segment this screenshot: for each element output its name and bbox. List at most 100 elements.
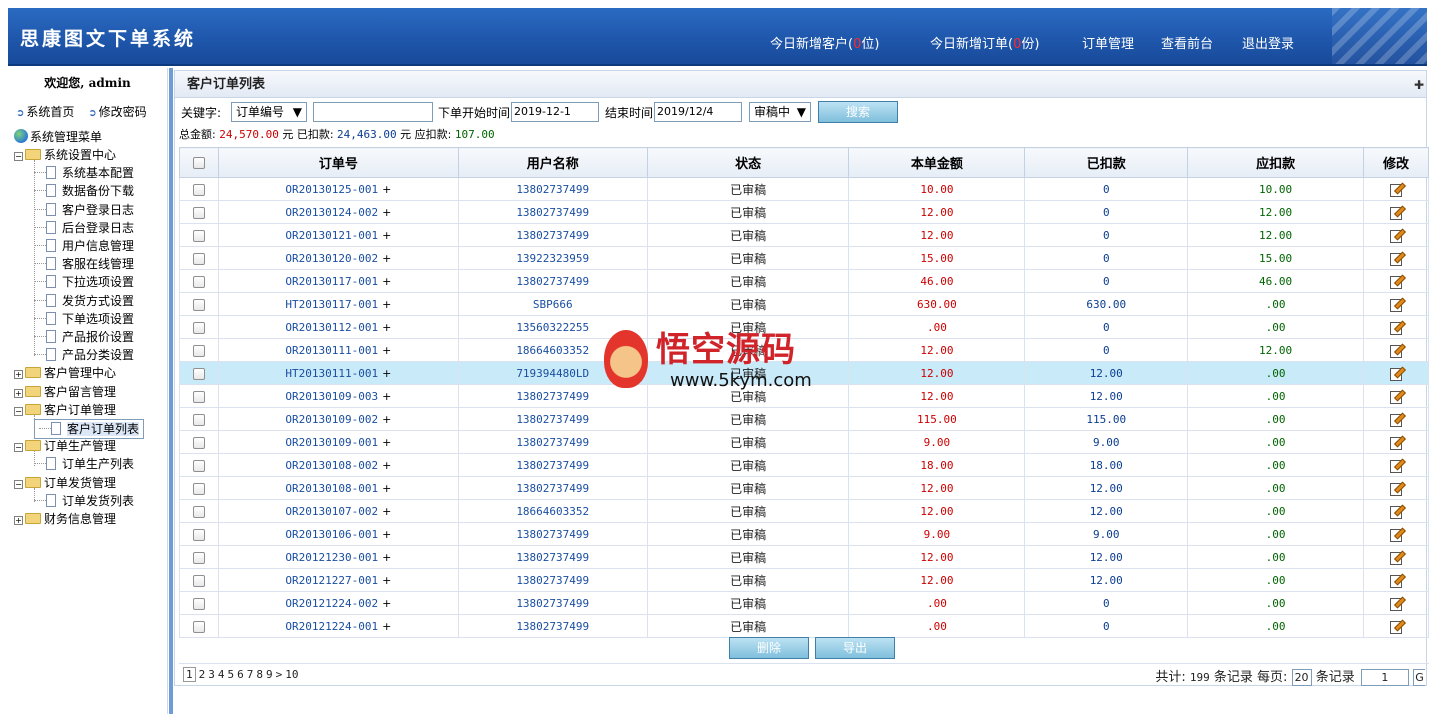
- order-number-link[interactable]: OR20130117-001: [285, 275, 378, 288]
- user-name-link[interactable]: 13802737499: [516, 482, 589, 495]
- row-checkbox[interactable]: [192, 275, 205, 288]
- user-name-link[interactable]: 13802737499: [516, 436, 589, 449]
- row-checkbox[interactable]: [192, 597, 205, 610]
- row-checkbox[interactable]: [192, 574, 205, 587]
- edit-icon[interactable]: [1389, 504, 1403, 520]
- select-all-checkbox[interactable]: [192, 156, 205, 169]
- edit-icon[interactable]: [1389, 550, 1403, 566]
- edit-icon[interactable]: [1389, 481, 1403, 497]
- expand-plus-icon[interactable]: +: [382, 413, 391, 426]
- menu-item[interactable]: 产品分类设置: [34, 346, 134, 364]
- menu-group[interactable]: − 订单生产管理: [14, 437, 116, 455]
- delete-button[interactable]: 删除: [729, 637, 809, 659]
- edit-icon[interactable]: [1389, 251, 1403, 267]
- row-checkbox[interactable]: [192, 459, 205, 472]
- user-name-link[interactable]: 13802737499: [516, 459, 589, 472]
- nav-order-management[interactable]: 订单管理: [1082, 33, 1134, 52]
- expand-plus-icon[interactable]: +: [382, 482, 391, 495]
- expand-plus-icon[interactable]: +: [382, 574, 391, 587]
- column-header[interactable]: 本单金额: [848, 147, 1026, 178]
- row-checkbox[interactable]: [192, 482, 205, 495]
- page-link[interactable]: 4: [218, 668, 225, 681]
- row-checkbox[interactable]: [192, 252, 205, 265]
- expand-plus-icon[interactable]: +: [382, 229, 391, 242]
- edit-icon[interactable]: [1389, 596, 1403, 612]
- table-row[interactable]: OR20130107-002 +18664603352 已审稿 12.00 12.00.…: [179, 499, 1429, 523]
- order-number-link[interactable]: OR20121224-002: [285, 597, 378, 610]
- edit-icon[interactable]: [1389, 619, 1403, 635]
- row-checkbox[interactable]: [192, 229, 205, 242]
- order-number-link[interactable]: OR20130124-002: [285, 206, 378, 219]
- sidebar-splitter[interactable]: [169, 68, 173, 714]
- expand-plus-icon[interactable]: +: [382, 390, 391, 403]
- row-checkbox[interactable]: [192, 551, 205, 564]
- user-name-link[interactable]: 13802737499: [516, 183, 589, 196]
- page-link[interactable]: >: [276, 668, 283, 681]
- page-link[interactable]: 10: [285, 668, 298, 681]
- field-select[interactable]: 订单编号 ▼: [231, 102, 307, 122]
- user-name-link[interactable]: 13802737499: [516, 206, 589, 219]
- user-name-link[interactable]: 18664603352: [516, 505, 589, 518]
- table-row[interactable]: HT20130117-001 + SBP666 已审稿 630.00 630.00.00: [179, 292, 1429, 316]
- row-checkbox[interactable]: [192, 413, 205, 426]
- user-name-link[interactable]: 13802737499: [516, 620, 589, 633]
- expand-plus-icon[interactable]: +: [382, 367, 391, 380]
- menu-item[interactable]: 下拉选项设置: [34, 273, 134, 291]
- table-row[interactable]: OR20130109-001 +13802737499 已审稿 9.00 9.00.00: [179, 430, 1429, 454]
- order-number-link[interactable]: OR20130121-001: [285, 229, 378, 242]
- edit-icon[interactable]: [1389, 182, 1403, 198]
- column-header[interactable]: 订单号: [217, 147, 459, 178]
- user-name-link[interactable]: 13802737499: [516, 413, 589, 426]
- order-number-link[interactable]: OR20130106-001: [285, 528, 378, 541]
- edit-icon[interactable]: [1389, 458, 1403, 474]
- menu-item[interactable]: 订单发货列表: [34, 492, 134, 510]
- expand-toggle-icon[interactable]: +: [14, 388, 23, 398]
- page-link[interactable]: 7: [247, 668, 254, 681]
- user-name-link[interactable]: 18664603352: [516, 344, 589, 357]
- menu-item[interactable]: 客户登录日志: [34, 201, 134, 219]
- table-row[interactable]: OR20130124-002 +13802737499 已审稿 12.00 0 12.00: [179, 200, 1429, 224]
- row-checkbox[interactable]: [192, 620, 205, 633]
- expand-plus-icon[interactable]: +: [382, 206, 391, 219]
- user-name-link[interactable]: 13560322255: [516, 321, 589, 334]
- edit-icon[interactable]: [1389, 297, 1403, 313]
- order-number-link[interactable]: OR20130107-002: [285, 505, 378, 518]
- edit-icon[interactable]: [1389, 205, 1403, 221]
- page-link[interactable]: 2: [199, 668, 206, 681]
- order-number-link[interactable]: OR20130109-002: [285, 413, 378, 426]
- per-page-input[interactable]: 20: [1291, 669, 1312, 686]
- menu-group[interactable]: − 订单发货管理: [14, 474, 116, 492]
- nav-logout[interactable]: 退出登录: [1242, 33, 1294, 52]
- order-number-link[interactable]: OR20130120-002: [285, 252, 378, 265]
- status-select[interactable]: 审稿中 ▼: [749, 102, 811, 122]
- order-number-link[interactable]: HT20130111-001: [285, 367, 378, 380]
- expand-plus-icon[interactable]: +: [382, 620, 391, 633]
- menu-group[interactable]: + 客户管理中心: [14, 364, 116, 382]
- row-checkbox[interactable]: [192, 298, 205, 311]
- menu-group[interactable]: + 客户留言管理: [14, 383, 116, 401]
- home-link[interactable]: 系统首页: [26, 105, 74, 119]
- edit-icon[interactable]: [1389, 412, 1403, 428]
- menu-item[interactable]: 产品报价设置: [34, 328, 134, 346]
- user-name-link[interactable]: 13802737499: [516, 390, 589, 403]
- edit-icon[interactable]: [1389, 343, 1403, 359]
- nav-new-customers[interactable]: 今日新增客户(0位): [770, 33, 879, 52]
- order-number-link[interactable]: OR20121224-001: [285, 620, 378, 633]
- page-link[interactable]: 3: [208, 668, 215, 681]
- row-checkbox[interactable]: [192, 436, 205, 449]
- order-number-link[interactable]: HT20130117-001: [285, 298, 378, 311]
- table-row[interactable]: OR20130109-002 +13802737499 已审稿 115.00 115.0…: [179, 407, 1429, 431]
- change-password-link[interactable]: 修改密码: [99, 105, 147, 119]
- menu-item[interactable]: 数据备份下载: [34, 182, 134, 200]
- menu-group[interactable]: − 系统设置中心: [14, 146, 116, 164]
- edit-icon[interactable]: [1389, 228, 1403, 244]
- row-checkbox[interactable]: [192, 344, 205, 357]
- expand-plus-icon[interactable]: +: [382, 597, 391, 610]
- table-row[interactable]: OR20130125-001 +13802737499 已审稿 10.00 0 10.00: [179, 177, 1429, 201]
- expand-plus-icon[interactable]: +: [382, 275, 391, 288]
- menu-item[interactable]: 客服在线管理: [34, 255, 134, 273]
- table-row[interactable]: OR20130120-002 +13922323959 已审稿 15.00 0 15.00: [179, 246, 1429, 270]
- export-button[interactable]: 导出: [815, 637, 895, 659]
- expand-plus-icon[interactable]: +: [382, 436, 391, 449]
- menu-group[interactable]: + 财务信息管理: [14, 510, 116, 528]
